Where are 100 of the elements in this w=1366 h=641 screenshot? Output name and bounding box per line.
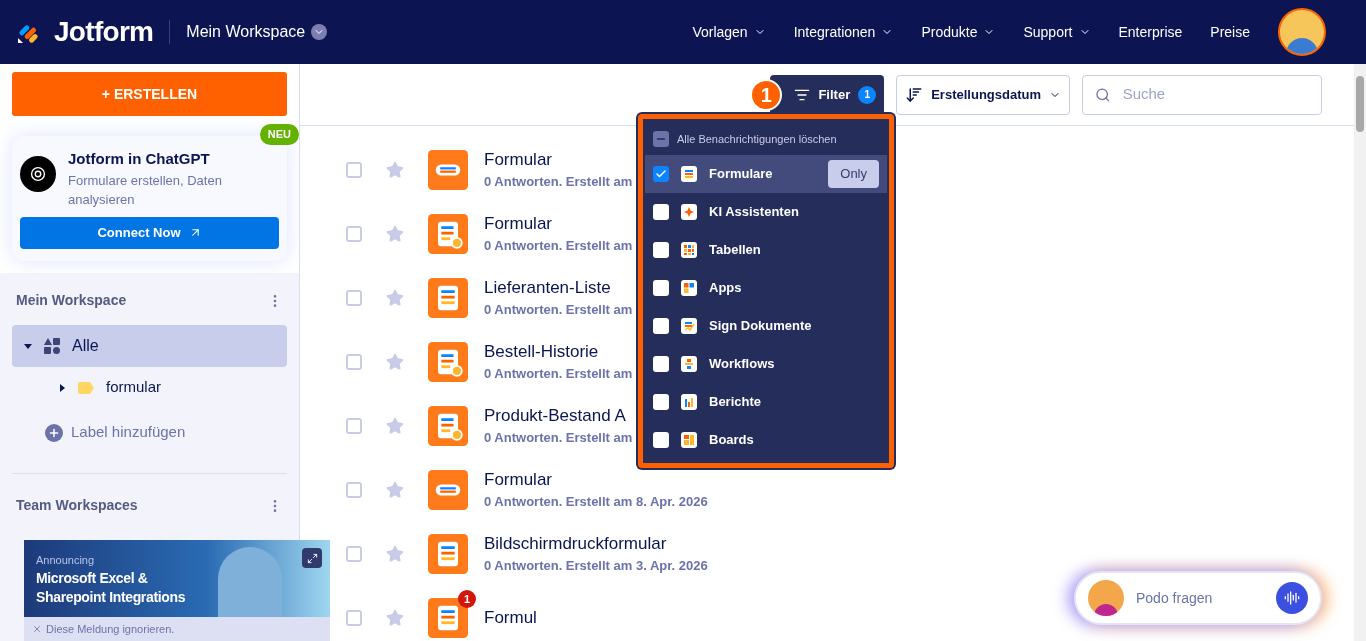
apps-icon: [681, 280, 697, 296]
star-icon[interactable]: [386, 289, 404, 307]
checkbox[interactable]: [346, 546, 362, 562]
form-icon: [428, 278, 468, 318]
banner-kicker: Announcing: [36, 553, 96, 568]
checkbox[interactable]: [346, 162, 362, 178]
add-label-button[interactable]: Label hinzufügen: [12, 412, 186, 453]
form-title[interactable]: Bestell-Historie: [484, 340, 633, 365]
form-icon: [428, 406, 468, 446]
banner-title: Microsoft Excel & Sharepoint Integrations: [36, 568, 187, 607]
plus-icon: [45, 423, 63, 442]
expand-icon[interactable]: [302, 548, 322, 568]
workspace-item[interactable]: Alle: [12, 324, 287, 367]
checkbox[interactable]: [653, 394, 669, 410]
checkbox[interactable]: [653, 242, 669, 258]
form-icon: [428, 150, 468, 190]
tables-icon: [681, 242, 697, 258]
form-meta: 0 Antworten. Erstellt am: [484, 365, 633, 384]
form-title[interactable]: Produkt-Bestand A: [484, 404, 633, 429]
form-meta: 0 Antworten. Erstellt am: [484, 429, 633, 448]
form-title[interactable]: Formular: [484, 148, 633, 173]
checkbox[interactable]: [346, 482, 362, 498]
checkbox[interactable]: [653, 204, 669, 220]
filter-option[interactable]: Tabellen: [645, 231, 887, 269]
star-icon[interactable]: [386, 545, 404, 563]
caret-icon: [58, 383, 66, 392]
form-icon: [428, 534, 468, 574]
new-badge: NEU: [259, 124, 299, 145]
workflows-icon: [681, 356, 697, 372]
form-title[interactable]: Lieferanten-Liste: [484, 276, 633, 301]
search-field[interactable]: Suche: [1082, 74, 1322, 115]
checkbox[interactable]: [346, 226, 362, 242]
filter-option[interactable]: Boards: [645, 421, 887, 459]
checkbox[interactable]: [653, 318, 669, 334]
check-icon: [655, 168, 667, 180]
chatgpt-logo-icon: [20, 156, 56, 192]
ai-icon: [681, 204, 697, 220]
checkbox[interactable]: [346, 418, 362, 434]
avatar[interactable]: [1278, 8, 1326, 56]
star-icon[interactable]: [386, 353, 404, 371]
form-meta: 0 Antworten. Erstellt am 8. Apr. 2026: [484, 493, 708, 512]
nav-link[interactable]: Preise: [1210, 21, 1250, 43]
assistant-input[interactable]: Podo fragen: [1136, 587, 1264, 609]
form-meta: 0 Antworten. Erstellt am 3. Apr. 2026: [484, 557, 708, 576]
star-icon[interactable]: [386, 609, 404, 627]
form-icon: [428, 214, 468, 254]
star-icon[interactable]: [386, 417, 404, 435]
sign-icon: [681, 318, 697, 334]
form-title[interactable]: Formular: [484, 468, 708, 493]
caret-icon: [24, 341, 32, 350]
grid-icon: [44, 337, 60, 354]
nav-link[interactable]: Produkte: [921, 21, 996, 43]
connect-button[interactable]: Connect Now: [20, 216, 279, 249]
label-item[interactable]: formular: [12, 366, 287, 409]
scrollbar[interactable]: [1354, 64, 1366, 641]
voice-icon[interactable]: [1276, 582, 1308, 614]
filter-option[interactable]: Workflows: [645, 345, 887, 383]
clear-all-option[interactable]: Alle Benachrichtigungen löschen: [645, 123, 887, 155]
workspace-switcher[interactable]: Mein Workspace: [186, 20, 328, 44]
photo-placeholder: [218, 547, 282, 617]
search-input[interactable]: Suche: [1122, 83, 1309, 106]
filter-option[interactable]: Apps: [645, 269, 887, 307]
chevron-icon: [311, 24, 328, 40]
only-button[interactable]: Only: [828, 160, 879, 188]
step-marker: 1: [750, 78, 783, 111]
checkbox[interactable]: [653, 280, 669, 296]
filter-option[interactable]: Berichte: [645, 383, 887, 421]
filter-count: 1: [858, 85, 877, 104]
form-icon: [428, 470, 468, 510]
nav-link[interactable]: Enterprise: [1118, 21, 1183, 43]
form-title[interactable]: Formul: [484, 606, 537, 630]
checkbox[interactable]: [653, 356, 669, 372]
filter-option[interactable]: Formulare Only: [645, 155, 887, 193]
form-meta: 0 Antworten. Erstellt am: [484, 237, 633, 256]
form-title[interactable]: Bildschirmdruckformular: [484, 532, 708, 557]
star-icon[interactable]: [386, 225, 404, 243]
tag-icon: [78, 381, 94, 394]
sort-dropdown[interactable]: Erstellungsdatum: [896, 74, 1070, 115]
dismiss-link[interactable]: Diese Meldung ignorieren.: [24, 617, 183, 641]
checkbox[interactable]: [346, 610, 362, 626]
reports-icon: [681, 394, 697, 410]
assistant-bar[interactable]: Podo fragen: [1074, 571, 1322, 625]
star-icon[interactable]: [386, 161, 404, 179]
nav-link[interactable]: Integrationen: [793, 21, 894, 43]
promo-title: Jotform in ChatGPT: [68, 149, 211, 169]
minus-icon: [653, 131, 669, 147]
brand-name: Jotform: [54, 15, 154, 49]
form-title[interactable]: Formular: [484, 212, 633, 237]
checkbox[interactable]: [346, 354, 362, 370]
promo-text: Formulare erstellen, Daten analysieren: [68, 171, 223, 209]
checkbox[interactable]: [653, 166, 669, 182]
nav-link[interactable]: Support: [1023, 21, 1091, 43]
section-title: Mein Workspace: [16, 291, 127, 310]
filter-option[interactable]: KI Assistenten: [645, 193, 887, 231]
mascot-avatar: [1088, 580, 1124, 616]
filter-option[interactable]: Sign Dokumente: [645, 307, 887, 345]
checkbox[interactable]: [653, 432, 669, 448]
star-icon[interactable]: [386, 481, 404, 499]
checkbox[interactable]: [346, 290, 362, 306]
nav-link[interactable]: Vorlagen: [692, 21, 766, 43]
